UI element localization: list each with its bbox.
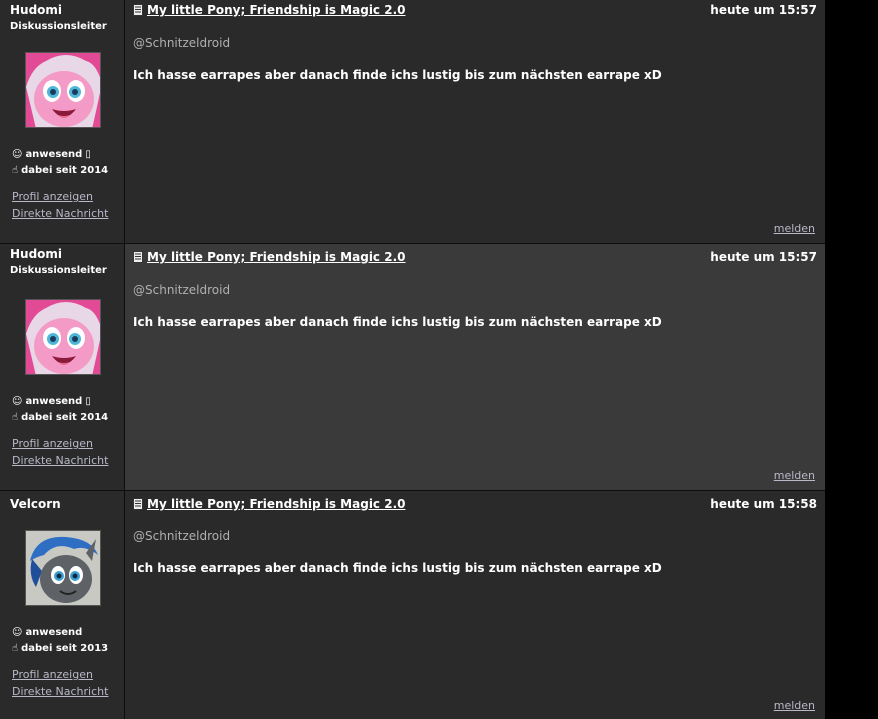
- report-link[interactable]: melden: [774, 469, 815, 482]
- online-status: ☺ anwesend: [12, 627, 82, 638]
- author-name[interactable]: Velcorn: [10, 497, 61, 511]
- mention[interactable]: @Schnitzeldroid: [133, 283, 230, 297]
- author-name[interactable]: Hudomi: [10, 247, 62, 261]
- person-icon: ☺: [12, 626, 23, 638]
- direct-message-link[interactable]: Direkte Nachricht: [12, 207, 108, 220]
- mention[interactable]: @Schnitzeldroid: [133, 36, 230, 50]
- author-rank: Diskussionsleiter: [10, 21, 107, 32]
- post-header: My little Pony; Friendship is Magic 2.0: [133, 497, 405, 511]
- pinkie-pie-avatar-icon: [26, 300, 100, 374]
- member-since: ☝ dabei seit 2013: [12, 643, 108, 654]
- report-link[interactable]: melden: [774, 222, 815, 235]
- post-text: Ich hasse earrapes aber danach finde ich…: [133, 315, 662, 329]
- person-icon: ☺: [12, 148, 23, 160]
- document-icon: [133, 498, 143, 510]
- mention[interactable]: @Schnitzeldroid: [133, 529, 230, 543]
- status-label: anwesend: [25, 149, 83, 160]
- hand-icon: ☝: [12, 642, 19, 654]
- post-text: Ich hasse earrapes aber danach finde ich…: [133, 561, 662, 575]
- profile-link[interactable]: Profil anzeigen: [12, 437, 93, 450]
- hand-icon: ☝: [12, 411, 19, 423]
- profile-link[interactable]: Profil anzeigen: [12, 668, 93, 681]
- author-name[interactable]: Hudomi: [10, 3, 62, 17]
- member-since: ☝ dabei seit 2014: [12, 165, 108, 176]
- grey-pony-avatar-icon: [26, 531, 100, 605]
- profile-link[interactable]: Profil anzeigen: [12, 190, 93, 203]
- post-time: heute um 15:57: [710, 250, 817, 264]
- post-header: My little Pony; Friendship is Magic 2.0: [133, 3, 405, 17]
- post: Hudomi Diskussionsleiter ☺ anwesend ▯ ☝ …: [0, 244, 825, 491]
- post-text: Ich hasse earrapes aber danach finde ich…: [133, 68, 662, 82]
- phone-icon: ▯: [85, 148, 91, 160]
- since-label: dabei seit 2013: [21, 643, 109, 654]
- status-label: anwesend: [25, 396, 83, 407]
- post-body: My little Pony; Friendship is Magic 2.0 …: [125, 491, 825, 719]
- since-label: dabei seit 2014: [21, 412, 109, 423]
- hand-icon: ☝: [12, 164, 19, 176]
- phone-icon: ▯: [85, 395, 91, 407]
- avatar[interactable]: [25, 52, 101, 128]
- avatar[interactable]: [25, 299, 101, 375]
- online-status: ☺ anwesend ▯: [12, 149, 91, 160]
- post-time: heute um 15:58: [710, 497, 817, 511]
- post-author-panel: Hudomi Diskussionsleiter ☺ anwesend ▯ ☝ …: [0, 0, 125, 243]
- post-body: My little Pony; Friendship is Magic 2.0 …: [125, 244, 825, 490]
- document-icon: [133, 251, 143, 263]
- since-label: dabei seit 2014: [21, 165, 109, 176]
- pinkie-pie-avatar-icon: [26, 53, 100, 127]
- post-author-panel: Hudomi Diskussionsleiter ☺ anwesend ▯ ☝ …: [0, 244, 125, 490]
- post-list: Hudomi Diskussionsleiter ☺ anwesend ▯ ☝ …: [0, 0, 825, 719]
- post-header: My little Pony; Friendship is Magic 2.0: [133, 250, 405, 264]
- report-link[interactable]: melden: [774, 699, 815, 712]
- post: Velcorn ☺ anwesend ☝ dabei seit 2013 Pro…: [0, 491, 825, 719]
- post-body: My little Pony; Friendship is Magic 2.0 …: [125, 0, 825, 243]
- document-icon: [133, 4, 143, 16]
- person-icon: ☺: [12, 395, 23, 407]
- online-status: ☺ anwesend ▯: [12, 396, 91, 407]
- thread-title-link[interactable]: My little Pony; Friendship is Magic 2.0: [147, 3, 405, 17]
- status-label: anwesend: [25, 627, 83, 638]
- avatar[interactable]: [25, 530, 101, 606]
- direct-message-link[interactable]: Direkte Nachricht: [12, 454, 108, 467]
- member-since: ☝ dabei seit 2014: [12, 412, 108, 423]
- thread-title-link[interactable]: My little Pony; Friendship is Magic 2.0: [147, 250, 405, 264]
- thread-title-link[interactable]: My little Pony; Friendship is Magic 2.0: [147, 497, 405, 511]
- direct-message-link[interactable]: Direkte Nachricht: [12, 685, 108, 698]
- post-author-panel: Velcorn ☺ anwesend ☝ dabei seit 2013 Pro…: [0, 491, 125, 719]
- author-rank: Diskussionsleiter: [10, 265, 107, 276]
- post-time: heute um 15:57: [710, 3, 817, 17]
- post: Hudomi Diskussionsleiter ☺ anwesend ▯ ☝ …: [0, 0, 825, 244]
